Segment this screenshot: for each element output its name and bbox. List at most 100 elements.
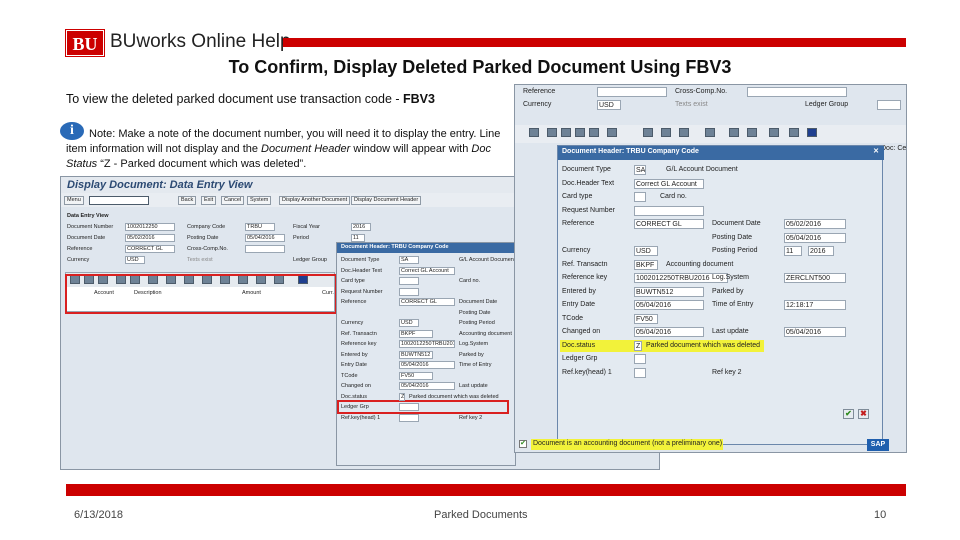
cancel-button[interactable]: Cancel — [221, 196, 245, 205]
grid-tool-icon[interactable] — [643, 128, 653, 137]
field-extra-value[interactable]: 05/04/2016 — [784, 232, 846, 243]
cross-comp-field[interactable] — [747, 87, 847, 97]
field-label: Ref.key(head) 1 — [562, 368, 612, 376]
company-code-field[interactable]: TRBU — [245, 223, 275, 231]
grid-tool-icon[interactable] — [679, 128, 689, 137]
grid-tool-icon[interactable] — [575, 128, 585, 137]
field-extra-value[interactable]: 05/04/2016 — [784, 327, 846, 337]
field-value[interactable]: BKPF — [399, 329, 433, 338]
field-value[interactable]: BUWTN512 — [399, 350, 433, 359]
currency-label: Currency — [67, 257, 90, 263]
field-extra: Time of Entry — [712, 301, 754, 308]
cross-comp-label: Cross-Comp.No. — [187, 246, 228, 252]
field-value[interactable]: Correct GL Account — [634, 178, 704, 189]
field-extra-value[interactable]: 05/02/2016 — [784, 219, 846, 229]
field-label: Currency — [562, 247, 591, 254]
field-value[interactable]: FV50 — [399, 371, 433, 380]
field-value[interactable]: SA — [634, 165, 646, 175]
grid-tool-icon[interactable] — [789, 128, 799, 137]
confirm-icon[interactable]: ✔ — [843, 409, 854, 419]
field-value[interactable]: USD — [634, 246, 658, 256]
cross-comp-field[interactable] — [245, 245, 285, 253]
field-value[interactable] — [634, 367, 646, 378]
field-extra-value[interactable]: 2016 — [808, 246, 834, 256]
field-value[interactable] — [634, 354, 646, 364]
field-extra-value[interactable]: ZERCLNT500 — [784, 273, 846, 283]
field-label: Document Type — [341, 257, 380, 263]
currency-field[interactable]: USD — [125, 256, 145, 264]
field-label: Reference key — [562, 274, 608, 281]
field-label: Request Number — [341, 288, 383, 295]
field-extra-value[interactable]: 12:18:17 — [784, 300, 846, 310]
reference-field[interactable]: CORRECT GL — [125, 245, 175, 253]
fiscal-year-label: Fiscal Year — [293, 224, 320, 230]
field-value[interactable] — [399, 287, 419, 296]
field-value[interactable]: FV50 — [634, 313, 658, 324]
grid-tool-icon[interactable] — [705, 128, 715, 137]
doc-number-field[interactable]: 1002012250 — [125, 223, 175, 231]
field-value[interactable]: CORRECT GL — [634, 219, 704, 229]
close-icon[interactable]: ✕ — [871, 148, 881, 158]
fiscal-year-field[interactable]: 2016 — [351, 223, 371, 231]
field-extra: Accounting document — [666, 260, 734, 268]
field-label: Entered by — [341, 351, 368, 358]
field-value[interactable]: 05/04/2016 — [399, 361, 455, 369]
field-value[interactable]: BUWTN512 — [634, 286, 704, 297]
grid-tool-icon[interactable] — [769, 128, 779, 137]
field-value[interactable] — [634, 192, 646, 202]
field-label: Ref.key(head) 1 — [341, 414, 381, 421]
field-value[interactable]: Correct GL Account — [399, 266, 455, 275]
field-label: Card type — [341, 278, 365, 284]
field-value[interactable]: Z — [399, 392, 405, 401]
field-label: Entry Date — [562, 301, 596, 308]
field-value[interactable]: 05/04/2016 — [399, 382, 455, 390]
line-item-highlight — [65, 274, 337, 314]
field-value[interactable] — [399, 413, 419, 422]
field-value[interactable]: CORRECT GL — [399, 298, 455, 306]
field-extra-value[interactable]: 11 — [784, 246, 802, 256]
field-extra: Accounting document — [459, 330, 512, 337]
grid-tool-icon[interactable] — [747, 128, 757, 137]
system-button[interactable]: System — [247, 196, 272, 205]
posting-date-field[interactable]: 05/04/2016 — [245, 234, 285, 242]
reference-field[interactable] — [597, 87, 667, 97]
grid-tool-icon[interactable] — [729, 128, 739, 137]
grid-tool-icon[interactable] — [661, 128, 671, 137]
field-extra: Last update — [459, 383, 488, 389]
texts-exist-label: Texts exist — [187, 257, 213, 263]
ledger-group-field[interactable] — [877, 100, 901, 110]
grid-tool-icon[interactable] — [547, 128, 557, 137]
grid-tool-icon[interactable] — [529, 128, 539, 137]
grid-tool-icon[interactable] — [589, 128, 599, 137]
cancel-icon[interactable]: ✖ — [858, 409, 869, 419]
field-value[interactable]: USD — [399, 319, 419, 327]
field-value[interactable]: BKPF — [634, 259, 658, 270]
field-value[interactable]: SA — [399, 256, 419, 264]
accounting-doc-label: Document is an accounting document (not … — [533, 440, 723, 447]
period-field[interactable]: 11 — [351, 234, 365, 242]
field-value[interactable] — [399, 277, 419, 285]
info-icon[interactable] — [807, 128, 817, 137]
field-value[interactable] — [634, 205, 704, 216]
side-text: Doc: Ce — [881, 145, 907, 152]
field-value[interactable]: Z — [634, 340, 642, 351]
back-button[interactable]: Back — [178, 196, 197, 205]
grid-tool-icon[interactable] — [561, 128, 571, 137]
doc-date-field[interactable]: 05/02/2016 — [125, 234, 175, 242]
command-field[interactable] — [89, 196, 149, 205]
accounting-doc-checkbox[interactable]: ✔ — [519, 440, 527, 448]
display-another-document-button[interactable]: Display Another Document — [279, 196, 351, 205]
field-value[interactable]: 05/04/2016 — [634, 327, 704, 337]
info-icon: i — [60, 122, 84, 140]
field-value[interactable]: 05/04/2016 — [634, 300, 704, 310]
exit-button[interactable]: Exit — [201, 196, 217, 205]
currency-field[interactable]: USD — [597, 100, 621, 110]
field-extra: Card no. — [660, 193, 687, 200]
menu-button[interactable]: Menu — [64, 196, 84, 205]
field-value[interactable] — [399, 403, 419, 411]
field-extra: G/L Account Document — [459, 257, 516, 263]
field-value[interactable]: 1002012250TRBU2016 — [399, 340, 455, 348]
field-extra: Document Date — [712, 220, 761, 227]
grid-tool-icon[interactable] — [607, 128, 617, 137]
display-document-header-button[interactable]: Display Document Header — [351, 196, 422, 205]
